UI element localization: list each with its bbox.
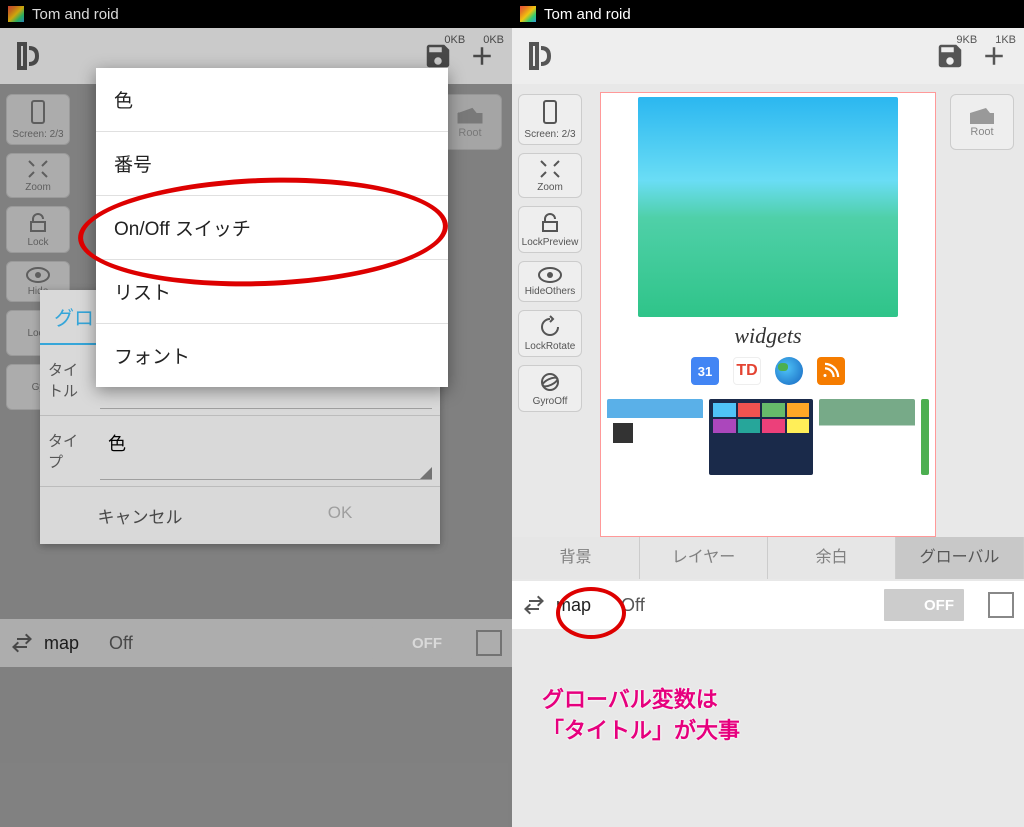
- global-name[interactable]: map: [556, 595, 591, 616]
- swap-icon: [522, 593, 546, 617]
- thumbnail-row: [607, 399, 929, 475]
- earth-icon: [775, 357, 803, 385]
- ok-button[interactable]: OK: [240, 487, 440, 544]
- thumb-2[interactable]: [709, 399, 813, 475]
- app-logo: [8, 33, 54, 79]
- thumb-4[interactable]: [921, 399, 929, 475]
- title-label: タイトル: [40, 345, 100, 415]
- gyro-button[interactable]: GyroOff: [518, 365, 582, 412]
- lock-preview-button[interactable]: LockPreview: [518, 206, 582, 253]
- size-indicator: 0KB0KB: [444, 34, 504, 46]
- popup-item-font[interactable]: フォント: [96, 324, 448, 387]
- tab-margin[interactable]: 余白: [768, 537, 896, 579]
- root-button[interactable]: Root: [950, 94, 1014, 150]
- globals-row: map Off OFF: [0, 619, 512, 667]
- popup-item-color[interactable]: 色: [96, 68, 448, 132]
- tab-bar: 背景 レイヤー 余白 グローバル: [512, 537, 1024, 579]
- global-toggle[interactable]: OFF: [884, 589, 964, 621]
- swap-icon: [10, 631, 34, 655]
- statusbar-title: Tom and roid: [32, 6, 119, 23]
- global-value: Off: [621, 595, 645, 616]
- canvas[interactable]: widgets 31 TD: [600, 92, 936, 537]
- app-icon: [520, 6, 536, 22]
- global-value: Off: [109, 633, 133, 654]
- app-logo: [520, 33, 566, 79]
- right-screenshot: Tom and roid 9KB1KB Screen: 2/3 Zoom Loc…: [512, 0, 1024, 827]
- thumb-1[interactable]: [607, 399, 703, 475]
- size-indicator: 9KB1KB: [956, 34, 1016, 46]
- global-checkbox[interactable]: [988, 592, 1014, 618]
- toolbar: 9KB1KB: [512, 28, 1024, 84]
- statusbar: Tom and roid: [0, 0, 512, 28]
- globals-row: map Off OFF: [512, 581, 1024, 629]
- widget-icons: 31 TD: [601, 357, 935, 385]
- tab-layer[interactable]: レイヤー: [640, 537, 768, 579]
- app-icon: [8, 6, 24, 22]
- tab-background[interactable]: 背景: [512, 537, 640, 579]
- screen-button[interactable]: Screen: 2/3: [518, 94, 582, 145]
- cancel-button[interactable]: キャンセル: [40, 487, 240, 544]
- lock-rotate-button[interactable]: LockRotate: [518, 310, 582, 357]
- global-checkbox[interactable]: [476, 630, 502, 656]
- statusbar-title: Tom and roid: [544, 6, 631, 23]
- popup-item-list[interactable]: リスト: [96, 260, 448, 324]
- wallpaper-preview: [638, 97, 898, 317]
- type-popup: 色 番号 On/Off スイッチ リスト フォント: [96, 68, 448, 387]
- statusbar: Tom and roid: [512, 0, 1024, 28]
- popup-item-switch[interactable]: On/Off スイッチ: [96, 196, 448, 260]
- type-label: タイプ: [40, 416, 100, 486]
- global-name[interactable]: map: [44, 633, 79, 654]
- todoist-icon: TD: [733, 357, 761, 385]
- global-toggle[interactable]: OFF: [372, 627, 452, 659]
- zoom-button[interactable]: Zoom: [6, 153, 70, 198]
- popup-item-number[interactable]: 番号: [96, 132, 448, 196]
- screen-button[interactable]: Screen: 2/3: [6, 94, 70, 145]
- left-screenshot: Tom and roid 0KB0KB Screen: 2/3 Zoom Loc…: [0, 0, 512, 827]
- hide-others-button[interactable]: HideOthers: [518, 261, 582, 302]
- type-field[interactable]: 色: [100, 416, 432, 480]
- annotation-text: グローバル変数は 「タイトル」が大事: [542, 685, 740, 747]
- rss-icon: [817, 357, 845, 385]
- dropdown-corner-icon: [418, 465, 432, 479]
- widgets-label: widgets: [601, 323, 935, 349]
- zoom-button[interactable]: Zoom: [518, 153, 582, 198]
- thumb-3[interactable]: [819, 399, 915, 475]
- tab-global[interactable]: グローバル: [896, 537, 1024, 579]
- lock-preview-button[interactable]: Lock: [6, 206, 70, 253]
- calendar-icon: 31: [691, 357, 719, 385]
- sidebar: Screen: 2/3 Zoom LockPreview HideOthers …: [518, 94, 588, 412]
